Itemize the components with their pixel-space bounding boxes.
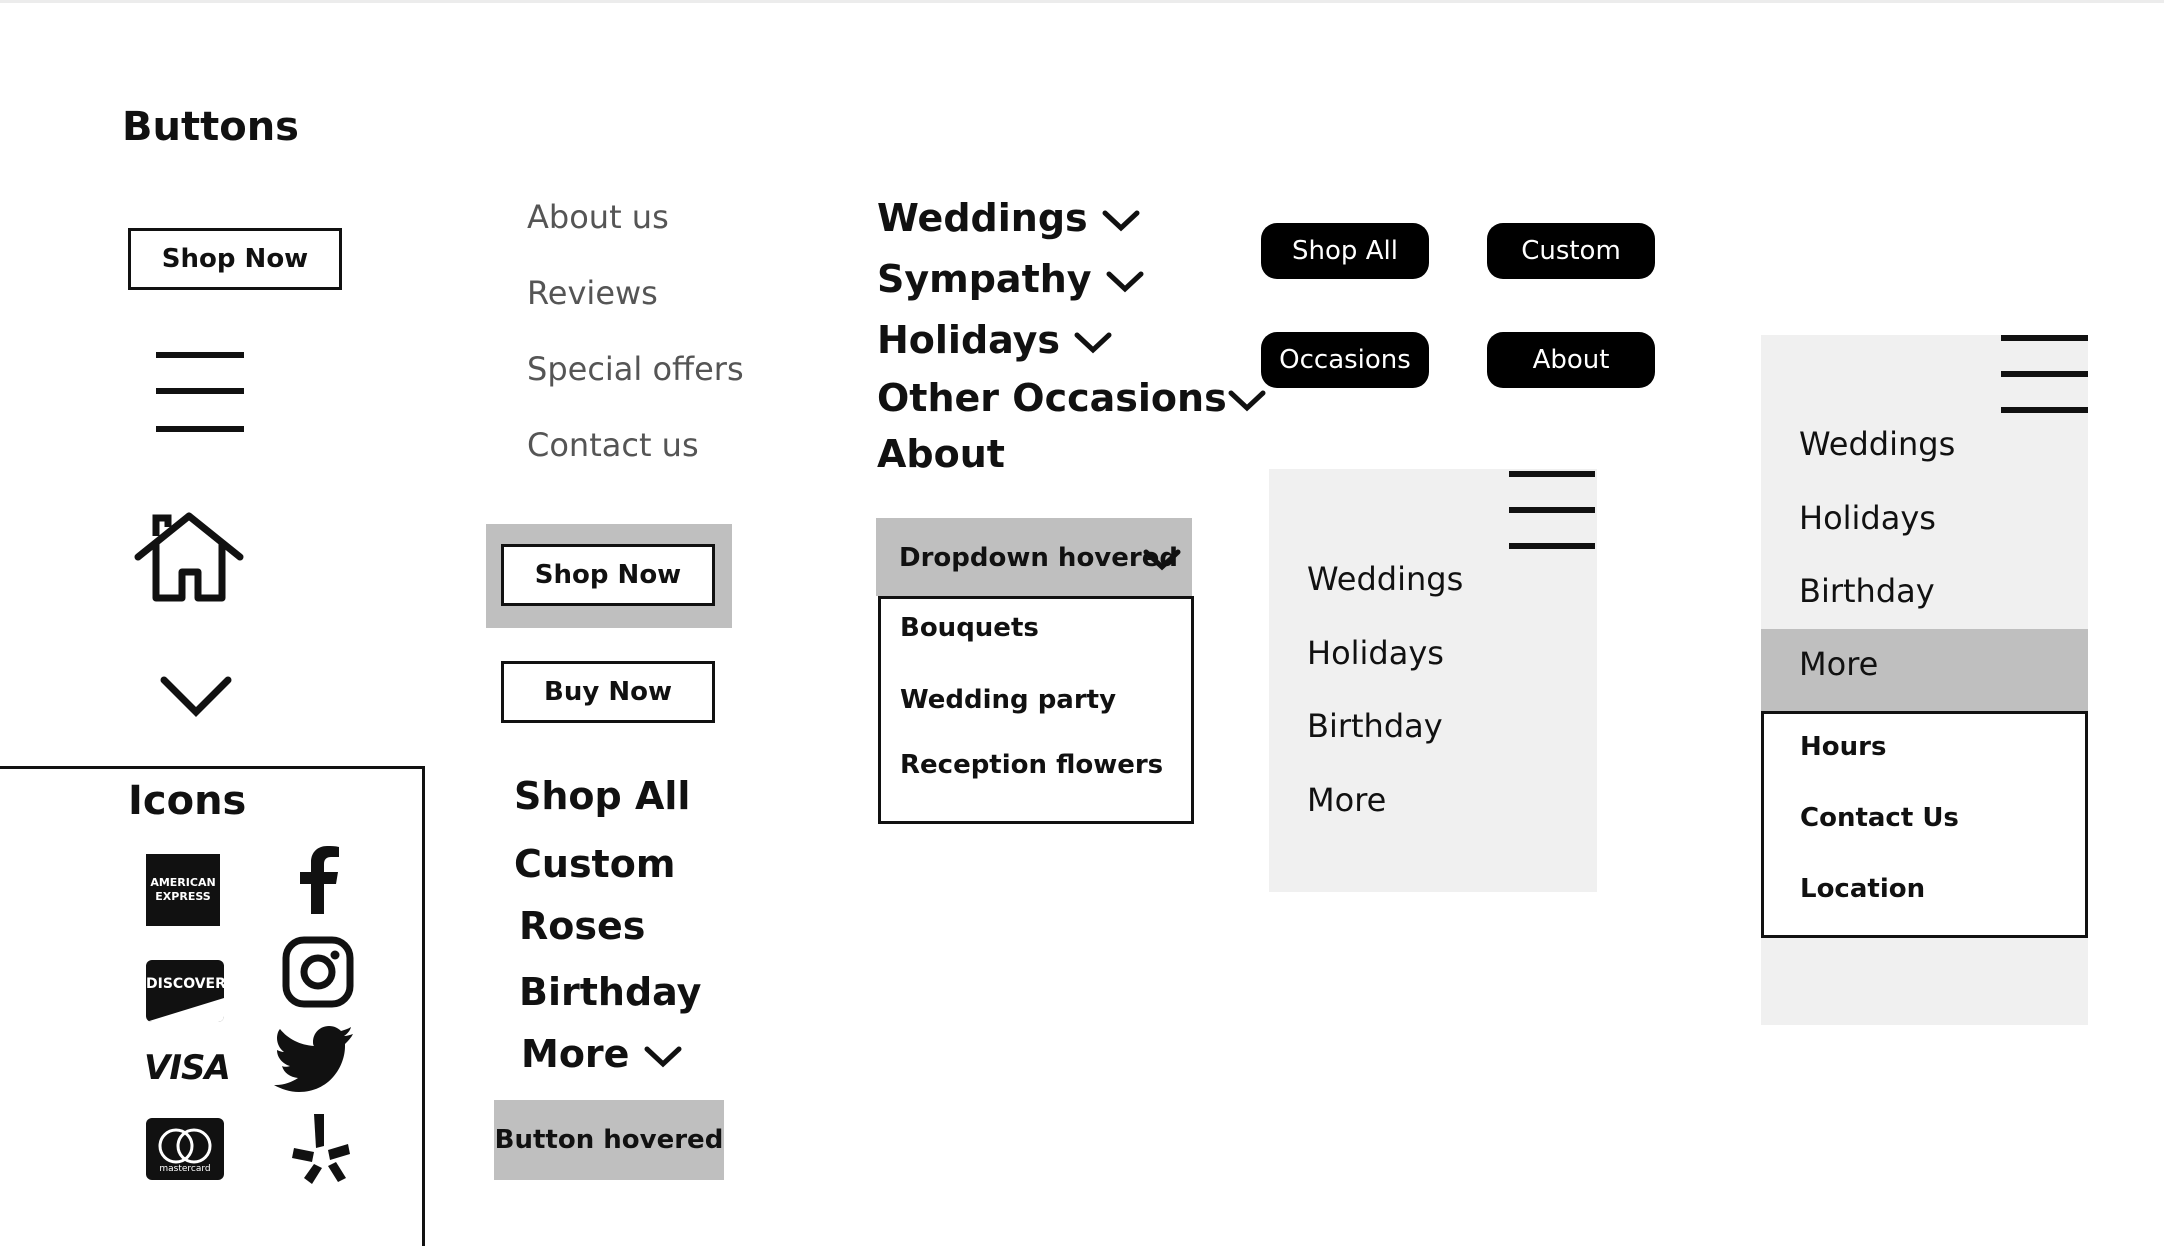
dropdown-item-reception-flowers[interactable]: Reception flowers bbox=[900, 750, 1163, 780]
mastercard-label: mastercard bbox=[159, 1164, 211, 1174]
amex-label: AMERICAN EXPRESS bbox=[150, 876, 216, 903]
facebook-icon[interactable] bbox=[294, 846, 344, 914]
mobile-menu-expanded-panel: Weddings Holidays Birthday More Hours Co… bbox=[1761, 335, 2088, 1025]
hamburger-menu-icon[interactable] bbox=[2001, 335, 2088, 415]
icons-title: Icons bbox=[128, 778, 247, 824]
nav-other-occasions[interactable]: Other Occasions bbox=[877, 376, 1267, 420]
amex-icon: AMERICAN EXPRESS bbox=[146, 854, 220, 926]
nav-weddings[interactable]: Weddings bbox=[877, 196, 1141, 240]
nav-shop-all[interactable]: Shop All bbox=[514, 774, 690, 818]
dropdown-item-wedding-party[interactable]: Wedding party bbox=[900, 685, 1116, 715]
mobile-menu-birthday[interactable]: Birthday bbox=[1799, 572, 1935, 610]
dropdown-menu: Bouquets Wedding party Reception flowers bbox=[878, 596, 1194, 824]
mobile-menu-more[interactable]: More bbox=[1307, 781, 1386, 819]
nav-reviews[interactable]: Reviews bbox=[527, 274, 658, 312]
chevron-down-icon[interactable] bbox=[158, 674, 234, 718]
yelp-icon[interactable] bbox=[290, 1112, 350, 1184]
nav-other-occasions-label: Other Occasions bbox=[877, 376, 1227, 420]
nav-sympathy[interactable]: Sympathy bbox=[877, 257, 1145, 301]
about-pill-button[interactable]: About bbox=[1487, 332, 1655, 388]
chevron-down-icon bbox=[1106, 271, 1144, 292]
dropdown-hovered[interactable]: Dropdown hovered bbox=[876, 518, 1192, 596]
nav-about-us[interactable]: About us bbox=[527, 198, 669, 236]
dropdown-item-bouquets[interactable]: Bouquets bbox=[900, 613, 1039, 643]
submenu-item-location[interactable]: Location bbox=[1800, 874, 1925, 904]
nav-more[interactable]: More bbox=[521, 1032, 683, 1076]
nav-contact-us[interactable]: Contact us bbox=[527, 426, 699, 464]
twitter-icon[interactable] bbox=[274, 1026, 354, 1092]
chevron-down-icon bbox=[1228, 390, 1266, 411]
occasions-pill-button[interactable]: Occasions bbox=[1261, 332, 1429, 388]
mobile-menu-weddings[interactable]: Weddings bbox=[1307, 560, 1463, 598]
hamburger-menu-icon[interactable] bbox=[1509, 471, 1595, 549]
mastercard-icon: mastercard bbox=[146, 1118, 224, 1180]
nav-birthday[interactable]: Birthday bbox=[519, 970, 701, 1014]
nav-weddings-label: Weddings bbox=[877, 196, 1088, 240]
shop-now-button[interactable]: Shop Now bbox=[128, 228, 342, 290]
custom-pill-button[interactable]: Custom bbox=[1487, 223, 1655, 279]
nav-custom[interactable]: Custom bbox=[514, 842, 675, 886]
nav-special-offers[interactable]: Special offers bbox=[527, 350, 744, 388]
submenu-item-hours[interactable]: Hours bbox=[1800, 732, 1886, 762]
submenu-item-contact-us[interactable]: Contact Us bbox=[1800, 803, 1959, 833]
home-icon[interactable] bbox=[132, 510, 246, 604]
mobile-menu-panel: Weddings Holidays Birthday More bbox=[1269, 469, 1597, 892]
nav-sympathy-label: Sympathy bbox=[877, 257, 1092, 301]
nav-about[interactable]: About bbox=[877, 432, 1005, 476]
shop-all-pill-button[interactable]: Shop All bbox=[1261, 223, 1429, 279]
page-title: Buttons bbox=[122, 104, 299, 150]
chevron-down-icon bbox=[1074, 332, 1112, 353]
chevron-down-icon bbox=[644, 1046, 682, 1067]
mobile-menu-more-label: More bbox=[1799, 645, 1879, 683]
top-divider bbox=[0, 0, 2164, 3]
discover-icon: DISCOVER bbox=[146, 960, 224, 1022]
mobile-menu-birthday[interactable]: Birthday bbox=[1307, 707, 1443, 745]
buy-now-button[interactable]: Buy Now bbox=[501, 661, 715, 723]
mobile-menu-holidays[interactable]: Holidays bbox=[1307, 634, 1444, 672]
shop-now-hovered-button[interactable]: Shop Now bbox=[501, 544, 715, 606]
instagram-icon[interactable] bbox=[282, 936, 354, 1008]
nav-roses[interactable]: Roses bbox=[519, 904, 645, 948]
nav-holidays-label: Holidays bbox=[877, 318, 1061, 362]
mobile-submenu: Hours Contact Us Location bbox=[1761, 711, 2088, 938]
dropdown-label: Dropdown hovered bbox=[899, 543, 1178, 573]
chevron-down-icon bbox=[1102, 210, 1140, 231]
button-hovered[interactable]: Button hovered bbox=[494, 1100, 724, 1180]
mobile-menu-more-hovered[interactable]: More bbox=[1761, 629, 2088, 711]
nav-more-label: More bbox=[521, 1032, 630, 1076]
chevron-down-icon bbox=[1143, 549, 1181, 571]
visa-icon: VISA bbox=[144, 1048, 231, 1088]
hamburger-menu-icon[interactable] bbox=[156, 352, 244, 434]
mobile-menu-weddings[interactable]: Weddings bbox=[1799, 425, 1955, 463]
mobile-menu-holidays[interactable]: Holidays bbox=[1799, 499, 1936, 537]
nav-holidays[interactable]: Holidays bbox=[877, 318, 1113, 362]
